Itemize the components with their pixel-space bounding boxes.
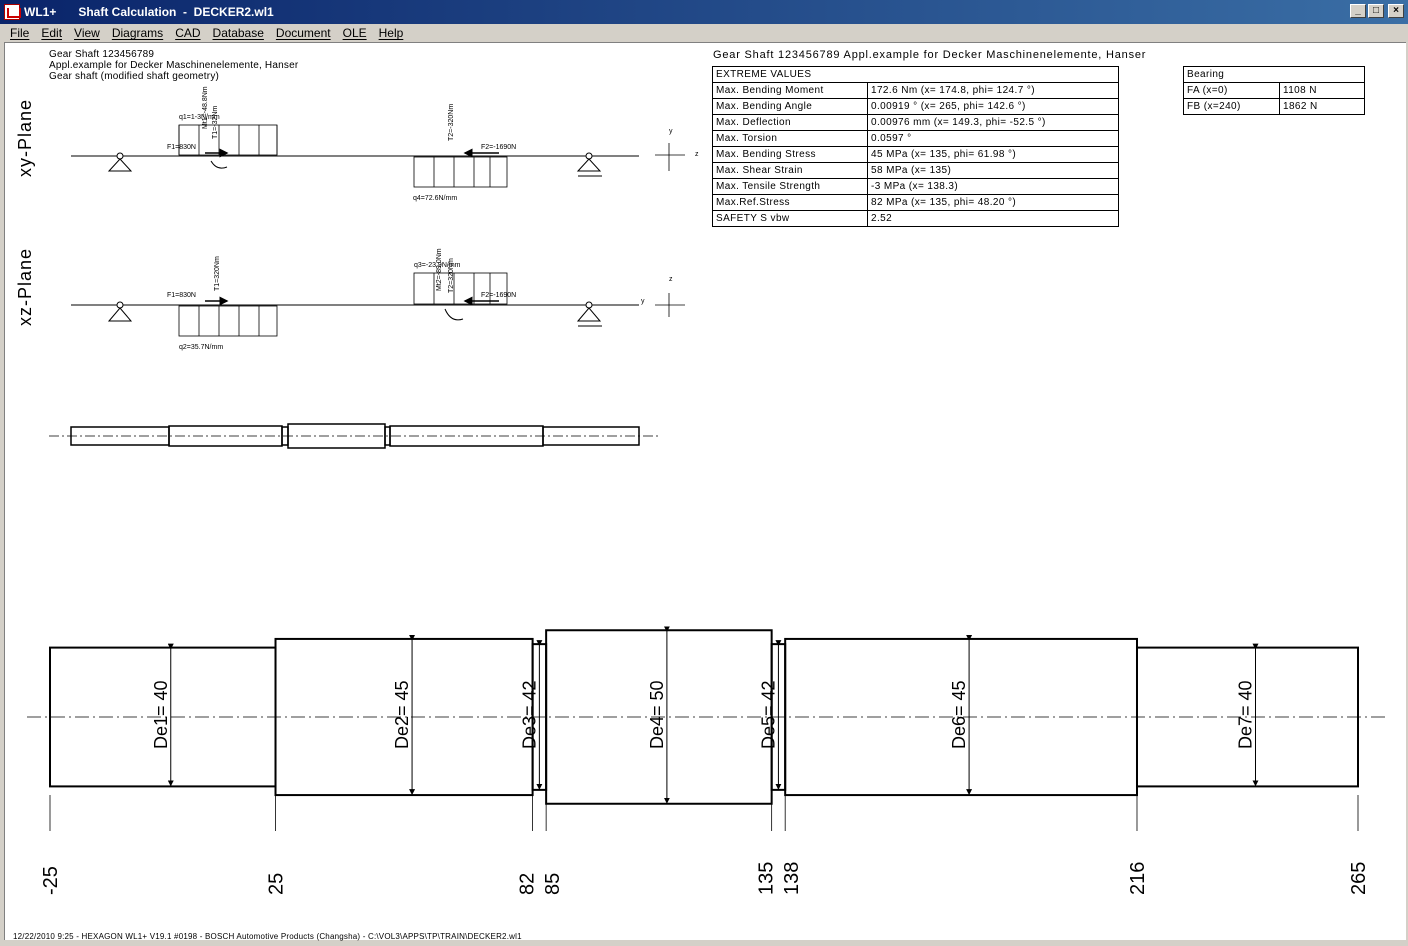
diameter-label: De5= 42 (758, 680, 778, 749)
drawing-canvas[interactable]: Gear Shaft 123456789 Appl.example for De… (4, 42, 1406, 941)
app-icon[interactable] (4, 4, 21, 20)
diameter-label: De1= 40 (151, 680, 171, 749)
xz-q2-label: q2=35.7N/mm (179, 344, 223, 351)
menu-cad[interactable]: CAD (169, 26, 206, 40)
menu-file[interactable]: File (4, 26, 35, 40)
menu-ole[interactable]: OLE (337, 26, 373, 40)
xz-t2-label: T2=320Nm (448, 258, 455, 293)
xz-plane-diagram: T1=320Nm F1=830N q2=35.7N/mm q3=-23.9N/m… (71, 248, 685, 351)
menu-view[interactable]: View (68, 26, 106, 40)
xy-t1-label: T1=-32Nm (212, 106, 219, 139)
close-button[interactable]: × (1388, 4, 1404, 18)
diameter-label: De7= 40 (1235, 680, 1255, 749)
diameter-label: De6= 45 (949, 680, 969, 749)
xz-mt2-label: Mt2=-89.0Nm (436, 248, 443, 291)
menu-document[interactable]: Document (270, 26, 337, 40)
x-position-label: -25 (40, 866, 62, 895)
xy-f1-label: F1=830N (167, 144, 196, 151)
shaft-drawing: q1=1-3N/mm Mt1=-48.8Nm T1=-32Nm F1=830N … (27, 86, 1385, 895)
x-position-label: 216 (1127, 862, 1149, 895)
status-line: 12/22/2010 9:25 - HEXAGON WL1+ V19.1 #01… (13, 932, 522, 941)
app-name: WL1+ (24, 5, 57, 19)
shaft-overview (49, 423, 661, 449)
x-position-label: 82 (517, 873, 539, 895)
xy-axis-y: y (669, 128, 673, 135)
xy-plane-diagram: q1=1-3N/mm Mt1=-48.8Nm T1=-32Nm F1=830N … (71, 86, 699, 202)
x-position-label: 138 (781, 862, 803, 895)
minimize-button[interactable]: _ (1350, 4, 1366, 18)
maximize-button[interactable]: □ (1368, 4, 1384, 18)
diameter-label: De3= 42 (519, 680, 539, 749)
menu-bar: File Edit View Diagrams CAD Database Doc… (0, 24, 1408, 42)
x-position-label: 85 (542, 873, 564, 895)
title-bar: WL1+ Shaft Calculation - DECKER2.wl1 _ □… (0, 0, 1408, 24)
menu-edit[interactable]: Edit (35, 26, 68, 40)
diameter-label: De4= 50 (647, 680, 667, 749)
x-position-label: 25 (266, 873, 288, 895)
xz-t1-label: T1=320Nm (214, 256, 221, 291)
x-position-label: 135 (756, 862, 778, 895)
window-controls: _ □ × (1350, 4, 1404, 18)
xy-axis-z: z (695, 151, 699, 158)
xz-axis-y: y (641, 298, 645, 305)
x-position-label: 265 (1348, 862, 1370, 895)
menu-help[interactable]: Help (373, 26, 410, 40)
menu-database[interactable]: Database (207, 26, 270, 40)
shaft-main-drawing: De1= 40 De2= 45 De3= 42 De4= 50 De5= 42 De6= … (27, 626, 1385, 895)
diameter-label: De2= 45 (392, 680, 412, 749)
menu-diagrams[interactable]: Diagrams (106, 26, 169, 40)
xy-mt1-label: Mt1=-48.8Nm (202, 86, 209, 129)
xz-axis-z: z (669, 276, 673, 283)
window-title: Shaft Calculation - DECKER2.wl1 (78, 5, 274, 19)
xz-f1-label: F1=830N (167, 292, 196, 299)
xy-f2-label: F2=-1690N (481, 144, 516, 151)
xz-f2-label: F2=-1690N (481, 292, 516, 299)
xy-q4-label: q4=72.6N/mm (413, 195, 457, 202)
xy-t2-label: T2=-320Nm (448, 104, 455, 141)
